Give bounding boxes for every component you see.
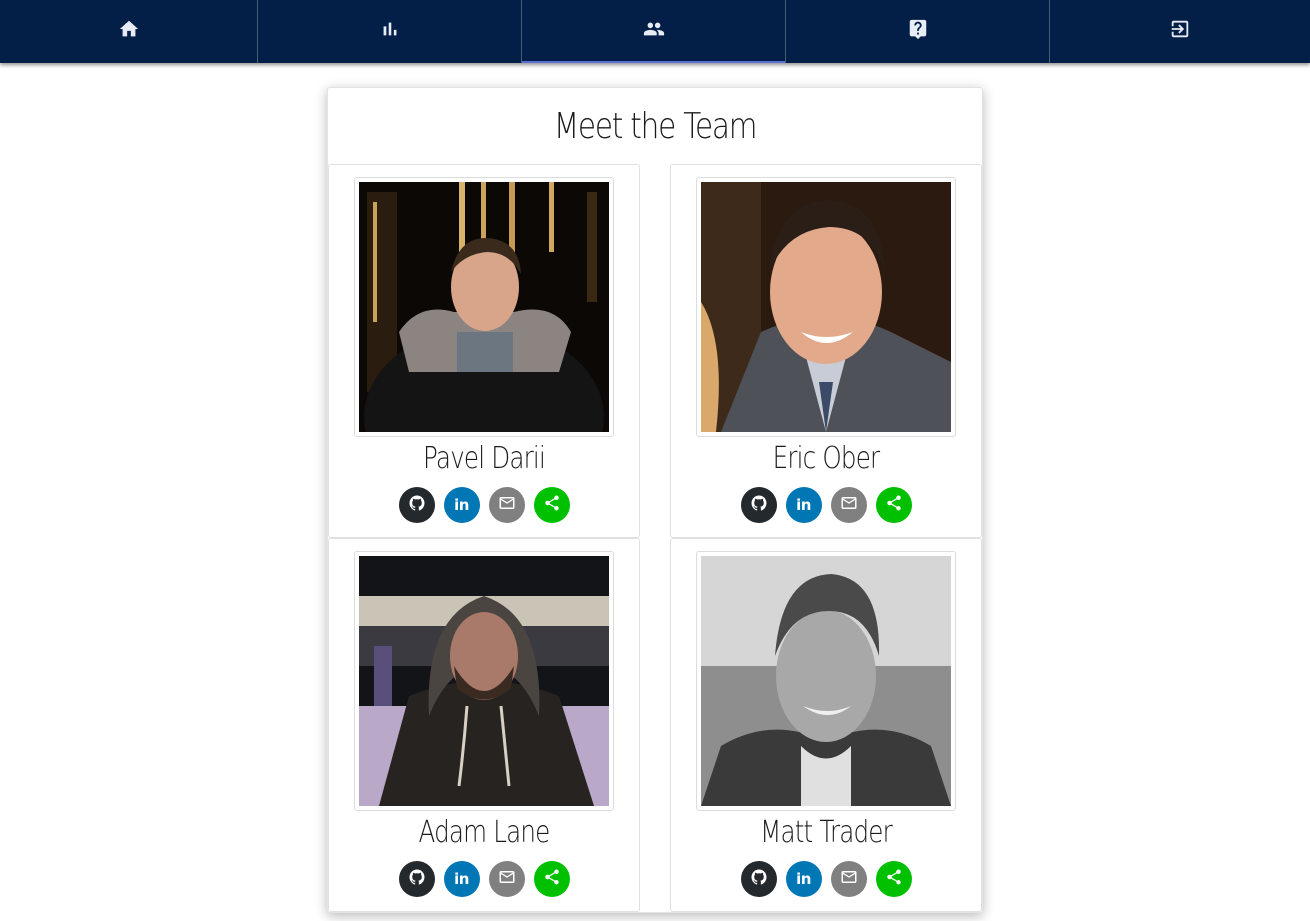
help-icon: [907, 18, 929, 45]
linkedin-icon: in: [796, 870, 811, 888]
bar-chart-icon: [379, 18, 401, 45]
linkedin-icon: in: [454, 870, 469, 888]
linkedin-button[interactable]: in: [443, 487, 480, 523]
nav-team[interactable]: [522, 0, 786, 63]
github-icon: [408, 868, 426, 891]
member-name: Eric Ober: [772, 440, 881, 476]
email-button[interactable]: [488, 861, 525, 897]
email-icon: [498, 494, 516, 517]
nav-logout[interactable]: [1050, 0, 1310, 63]
github-button[interactable]: [740, 861, 777, 897]
github-button[interactable]: [398, 861, 435, 897]
member-photo: [701, 182, 951, 432]
member-photo-frame: [354, 177, 614, 437]
github-button[interactable]: [398, 487, 435, 523]
team-member-card: Adam Lane in: [328, 538, 640, 912]
member-photo: [359, 556, 609, 806]
team-card: Meet the Team Pavel Darii in Eric Ober i…: [327, 87, 983, 913]
page-title: Meet the Team: [553, 105, 758, 147]
github-icon: [408, 494, 426, 517]
email-icon: [498, 868, 516, 891]
linkedin-icon: in: [454, 496, 469, 514]
github-icon: [750, 494, 768, 517]
share-icon: [885, 494, 903, 517]
social-links: in: [671, 861, 981, 897]
social-links: in: [671, 487, 981, 523]
top-navigation: [0, 0, 1310, 63]
github-button[interactable]: [740, 487, 777, 523]
email-icon: [840, 868, 858, 891]
member-photo-frame: [696, 177, 956, 437]
share-icon: [543, 868, 561, 891]
share-button[interactable]: [875, 487, 912, 523]
share-button[interactable]: [533, 487, 570, 523]
member-photo: [359, 182, 609, 432]
nav-help[interactable]: [786, 0, 1050, 63]
share-icon: [543, 494, 561, 517]
share-button[interactable]: [875, 861, 912, 897]
email-button[interactable]: [488, 487, 525, 523]
member-name: Matt Trader: [760, 814, 893, 850]
email-button[interactable]: [830, 487, 867, 523]
email-icon: [840, 494, 858, 517]
share-icon: [885, 868, 903, 891]
email-button[interactable]: [830, 861, 867, 897]
linkedin-button[interactable]: in: [443, 861, 480, 897]
social-links: in: [329, 487, 639, 523]
team-member-card: Eric Ober in: [670, 164, 982, 538]
member-photo-frame: [696, 551, 956, 811]
people-icon: [643, 18, 665, 45]
member-photo: [701, 556, 951, 806]
member-photo-frame: [354, 551, 614, 811]
social-links: in: [329, 861, 639, 897]
member-name: Pavel Darii: [423, 440, 546, 476]
logout-icon: [1169, 18, 1191, 45]
share-button[interactable]: [533, 861, 570, 897]
linkedin-button[interactable]: in: [785, 487, 822, 523]
member-name: Adam Lane: [418, 814, 551, 850]
nav-stats[interactable]: [258, 0, 522, 63]
home-icon: [118, 18, 140, 45]
github-icon: [750, 868, 768, 891]
nav-home[interactable]: [0, 0, 258, 63]
team-member-card: Matt Trader in: [670, 538, 982, 912]
linkedin-button[interactable]: in: [785, 861, 822, 897]
team-member-card: Pavel Darii in: [328, 164, 640, 538]
linkedin-icon: in: [796, 496, 811, 514]
